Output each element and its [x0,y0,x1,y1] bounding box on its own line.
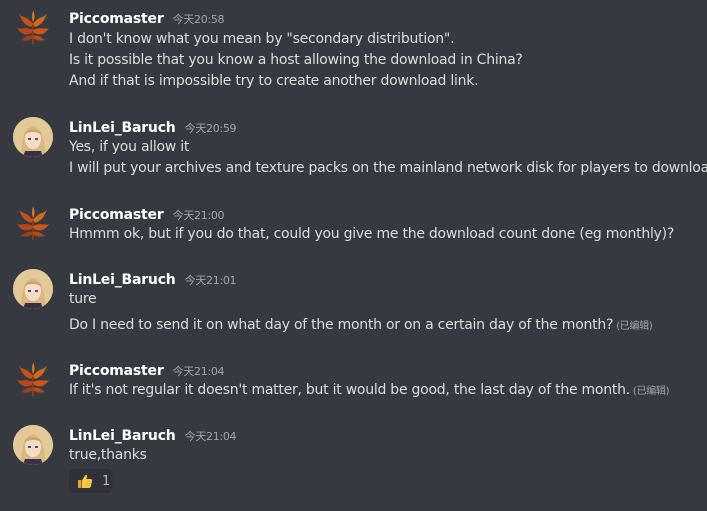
username[interactable]: Piccomaster [69,363,164,379]
avatar[interactable] [13,269,53,309]
username[interactable]: Piccomaster [69,207,164,223]
chat-message-list: Piccomaster 今天20:58 I don't know what yo… [0,0,707,511]
message-header: LinLei_Baruch 今天21:04 [69,425,237,445]
message-header: Piccomaster 今天20:58 [69,8,225,28]
reaction-count: 1 [102,473,111,489]
avatar[interactable] [13,360,53,400]
message-header: LinLei_Baruch 今天20:59 [69,117,237,137]
message-text: Hmmm ok, but if you do that, could you g… [69,226,675,242]
anime-girl-avatar-icon [13,425,53,465]
username[interactable]: LinLei_Baruch [69,272,176,288]
username[interactable]: LinLei_Baruch [69,120,176,136]
anime-girl-avatar-icon [13,269,53,309]
timestamp: 今天21:04 [184,430,237,443]
message-text-edited: Do I need to send it on what day of the … [69,315,653,337]
message-text: I will put your archives and texture pac… [69,160,707,176]
message-text-edited: If it's not regular it doesn't matter, b… [69,380,670,402]
message-text: Do I need to send it on what day of the … [69,317,614,333]
avatar[interactable] [13,425,53,465]
message-text: Is it possible that you know a host allo… [69,52,523,68]
message-text: And if that is impossible try to create … [69,73,479,89]
avatar[interactable] [13,8,53,48]
thumbs-up-icon [78,474,93,488]
username[interactable]: Piccomaster [69,11,164,27]
message-header: Piccomaster 今天21:04 [69,360,225,380]
maple-leaf-avatar-icon [13,8,53,48]
timestamp: 今天21:04 [172,365,225,378]
message-text: ture [69,291,97,307]
message-text: true,thanks [69,447,147,463]
message-header: Piccomaster 今天21:00 [69,204,225,224]
edited-label: (已编辑) [632,386,670,397]
timestamp: 今天21:01 [184,274,237,287]
message-text: I don't know what you mean by "secondary… [69,31,455,47]
username[interactable]: LinLei_Baruch [69,428,176,444]
edited-label: (已编辑) [616,321,653,332]
message-text: Yes, if you allow it [69,139,190,155]
timestamp: 今天21:00 [172,209,225,222]
maple-leaf-avatar-icon [13,360,53,400]
reaction-button[interactable]: 1 [69,469,113,493]
anime-girl-avatar-icon [13,117,53,157]
timestamp: 今天20:59 [184,122,237,135]
avatar[interactable] [13,117,53,157]
timestamp: 今天20:58 [172,13,225,26]
message-text: If it's not regular it doesn't matter, b… [69,382,630,398]
message-header: LinLei_Baruch 今天21:01 [69,269,237,289]
avatar[interactable] [13,204,53,244]
maple-leaf-avatar-icon [13,204,53,244]
